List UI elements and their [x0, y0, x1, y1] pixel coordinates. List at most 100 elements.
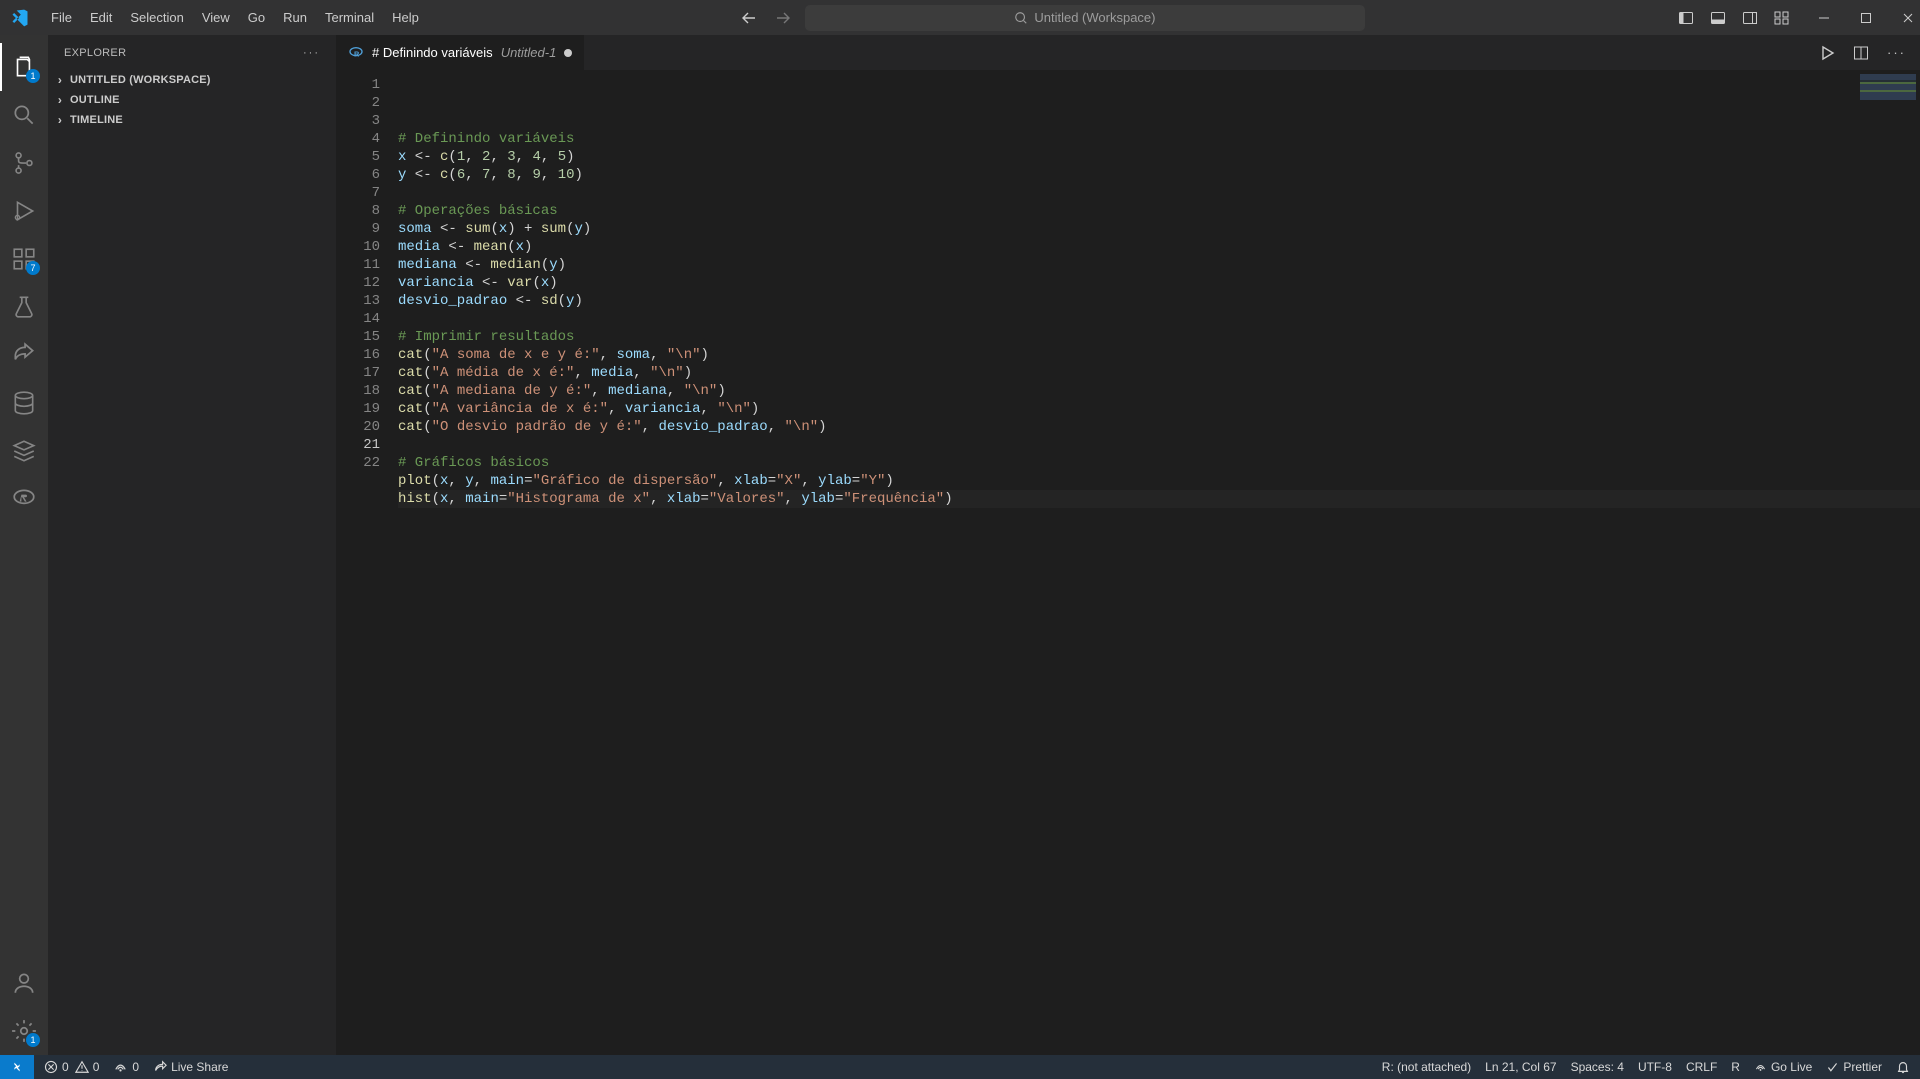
code-line — [398, 508, 1920, 526]
tabs-bar: R # Definindo variáveis Untitled-1 ··· — [336, 35, 1920, 70]
status-lang[interactable]: R — [1731, 1060, 1740, 1074]
side-section-1[interactable]: ›OUTLINE — [48, 90, 336, 110]
code-line: # Operações básicas — [398, 202, 1920, 220]
code-line: cat("A soma de x e y é:", soma, "\n") — [398, 346, 1920, 364]
menu-help[interactable]: Help — [383, 6, 428, 29]
search-placeholder: Untitled (Workspace) — [1034, 10, 1155, 25]
side-section-0[interactable]: ›UNTITLED (WORKSPACE) — [48, 70, 336, 90]
status-r[interactable]: R: (not attached) — [1382, 1060, 1471, 1074]
code-line: cat("A mediana de y é:", mediana, "\n") — [398, 382, 1920, 400]
window-close-icon[interactable] — [1902, 12, 1914, 24]
activity-testing[interactable] — [0, 283, 48, 331]
activity-search[interactable] — [0, 91, 48, 139]
code-line: desvio_padrao <- sd(y) — [398, 292, 1920, 310]
code-line: variancia <- var(x) — [398, 274, 1920, 292]
menu-bar: FileEditSelectionViewGoRunTerminalHelp — [42, 10, 428, 25]
r-file-icon: R — [348, 45, 364, 61]
remote-indicator[interactable] — [0, 1055, 34, 1079]
activity-source-control[interactable] — [0, 139, 48, 187]
code-line: hist(x, main="Histograma de x", xlab="Va… — [398, 490, 1920, 508]
activity-run-debug[interactable] — [0, 187, 48, 235]
activity-explorer[interactable]: 1 — [0, 43, 48, 91]
menu-run[interactable]: Run — [274, 6, 316, 29]
layout-sidebar-right-icon[interactable] — [1742, 10, 1758, 26]
nav-forward-icon[interactable] — [775, 10, 791, 26]
activity-bar: 1 7 — [0, 35, 48, 1055]
status-live-share[interactable]: Live Share — [153, 1060, 228, 1074]
run-file-icon[interactable] — [1819, 45, 1835, 61]
tab-untitled-1[interactable]: R # Definindo variáveis Untitled-1 — [336, 35, 585, 70]
status-bar: 0 0 0 Live Share R: (not attached) Ln 21… — [0, 1055, 1920, 1079]
code-line: mediana <- median(y) — [398, 256, 1920, 274]
code-line: # Gráficos básicos — [398, 454, 1920, 472]
code-line: # Definindo variáveis — [398, 130, 1920, 148]
title-bar: FileEditSelectionViewGoRunTerminalHelp U… — [0, 0, 1920, 35]
status-spaces[interactable]: Spaces: 4 — [1571, 1060, 1624, 1074]
activity-extensions[interactable]: 7 — [0, 235, 48, 283]
status-go-live[interactable]: Go Live — [1754, 1060, 1812, 1074]
code-line: soma <- sum(x) + sum(y) — [398, 220, 1920, 238]
window-minimize-icon[interactable] — [1818, 12, 1830, 24]
status-warnings[interactable]: 0 — [75, 1060, 100, 1074]
code-line: cat("O desvio padrão de y é:", desvio_pa… — [398, 418, 1920, 436]
chevron-right-icon: › — [52, 93, 68, 107]
menu-terminal[interactable]: Terminal — [316, 6, 383, 29]
status-cursor[interactable]: Ln 21, Col 67 — [1485, 1060, 1556, 1074]
settings-badge: 1 — [26, 1033, 40, 1047]
chevron-right-icon: › — [52, 73, 68, 87]
code-line — [398, 184, 1920, 202]
line-gutter: 12345678910111213141516171819202122 — [336, 70, 398, 1055]
code-line: x <- c(1, 2, 3, 4, 5) — [398, 148, 1920, 166]
code-line: cat("A variância de x é:", variancia, "\… — [398, 400, 1920, 418]
window-maximize-icon[interactable] — [1860, 12, 1872, 24]
menu-file[interactable]: File — [42, 6, 81, 29]
activity-r-language-icon[interactable] — [0, 475, 48, 523]
activity-settings[interactable]: 1 — [0, 1007, 48, 1055]
menu-edit[interactable]: Edit — [81, 6, 121, 29]
code-line: media <- mean(x) — [398, 238, 1920, 256]
status-prettier[interactable]: Prettier — [1826, 1060, 1882, 1074]
nav-arrows — [741, 10, 791, 26]
explorer-badge: 1 — [26, 69, 40, 83]
extensions-badge: 7 — [26, 261, 40, 275]
status-encoding[interactable]: UTF-8 — [1638, 1060, 1672, 1074]
activity-forward-icon[interactable] — [0, 331, 48, 379]
activity-accounts[interactable] — [0, 959, 48, 1007]
code-line — [398, 310, 1920, 328]
status-ports[interactable]: 0 — [113, 1060, 139, 1075]
editor-body[interactable]: 12345678910111213141516171819202122 # De… — [336, 70, 1920, 1055]
code-line: cat("A média de x é:", media, "\n") — [398, 364, 1920, 382]
sidebar: EXPLORER ··· ›UNTITLED (WORKSPACE)›OUTLI… — [48, 35, 336, 1055]
code-line: y <- c(6, 7, 8, 9, 10) — [398, 166, 1920, 184]
sidebar-more-icon[interactable]: ··· — [303, 47, 320, 59]
nav-back-icon[interactable] — [741, 10, 757, 26]
menu-selection[interactable]: Selection — [121, 6, 192, 29]
activity-database-icon[interactable] — [0, 379, 48, 427]
tab-subtitle: Untitled-1 — [501, 45, 557, 60]
menu-go[interactable]: Go — [239, 6, 274, 29]
layout-sidebar-left-icon[interactable] — [1678, 10, 1694, 26]
layout-customize-icon[interactable] — [1774, 10, 1790, 26]
code-content[interactable]: # Definindo variáveisx <- c(1, 2, 3, 4, … — [398, 70, 1920, 1055]
vscode-logo-icon — [6, 4, 34, 32]
status-eol[interactable]: CRLF — [1686, 1060, 1717, 1074]
code-line: plot(x, y, main="Gráfico de dispersão", … — [398, 472, 1920, 490]
minimap[interactable] — [1860, 74, 1916, 102]
sidebar-title: EXPLORER — [64, 47, 126, 59]
menu-view[interactable]: View — [193, 6, 239, 29]
tab-dirty-indicator-icon — [564, 49, 572, 57]
tab-title: # Definindo variáveis — [372, 45, 493, 60]
status-errors[interactable]: 0 — [44, 1060, 69, 1074]
search-icon — [1014, 11, 1028, 25]
activity-stack-icon[interactable] — [0, 427, 48, 475]
chevron-right-icon: › — [52, 113, 68, 127]
side-section-2[interactable]: ›TIMELINE — [48, 110, 336, 130]
layout-panel-bottom-icon[interactable] — [1710, 10, 1726, 26]
search-box[interactable]: Untitled (Workspace) — [805, 5, 1365, 31]
svg-text:R: R — [354, 49, 360, 58]
status-notifications-icon[interactable] — [1896, 1060, 1910, 1074]
code-line — [398, 436, 1920, 454]
code-line: # Imprimir resultados — [398, 328, 1920, 346]
split-editor-icon[interactable] — [1853, 45, 1869, 61]
editor-more-icon[interactable]: ··· — [1887, 45, 1906, 60]
